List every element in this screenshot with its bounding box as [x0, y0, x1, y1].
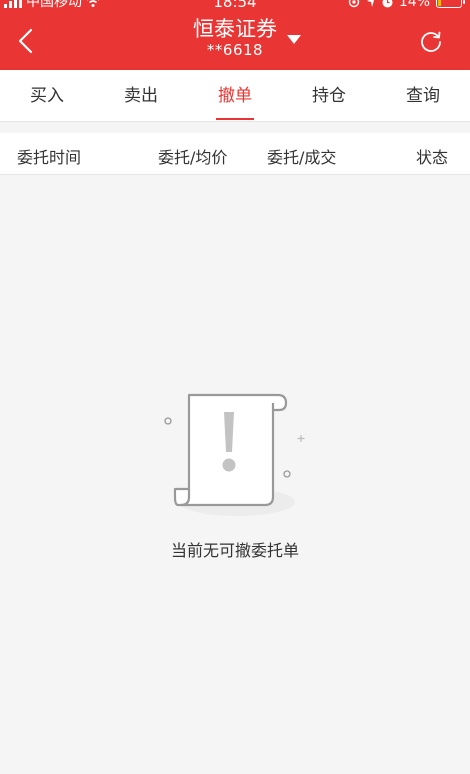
tab-buy[interactable]: 买入 [0, 70, 94, 121]
status-bar: 中国移动 18:54 14% [0, 0, 470, 10]
trade-tabs: 买入 卖出 撤单 持仓 查询 [0, 70, 470, 122]
column-status: 状态 [416, 148, 449, 167]
empty-state-message: 当前无可撤委托单 [170, 541, 299, 560]
battery-icon [436, 0, 465, 8]
tab-positions[interactable]: 持仓 [282, 70, 376, 121]
column-order-fill: 委托/成交 [267, 148, 337, 167]
alarm-icon [382, 0, 393, 7]
refresh-button[interactable] [418, 29, 444, 55]
battery-percent: 14% [398, 0, 430, 10]
page-title[interactable]: 恒泰证券 [193, 16, 277, 42]
column-order-price: 委托/均价 [158, 148, 228, 167]
tab-query[interactable]: 查询 [376, 70, 470, 121]
column-order-time: 委托时间 [17, 148, 82, 167]
tab-sell[interactable]: 卖出 [94, 70, 188, 121]
status-right: 14% [348, 0, 465, 10]
account-number: **6618 [206, 41, 264, 59]
empty-scroll-icon [164, 393, 305, 516]
location-icon [366, 0, 374, 7]
order-table-header: 委托时间 委托/均价 委托/成交 状态 [0, 133, 470, 175]
header-bar: 中国移动 18:54 14% 恒泰证券 **6618 [0, 0, 470, 70]
orientation-lock-icon [348, 0, 360, 8]
tab-cancel-order[interactable]: 撤单 [188, 70, 282, 121]
account-dropdown-icon[interactable] [287, 35, 301, 44]
title-block: 恒泰证券 **6618 [0, 16, 470, 58]
